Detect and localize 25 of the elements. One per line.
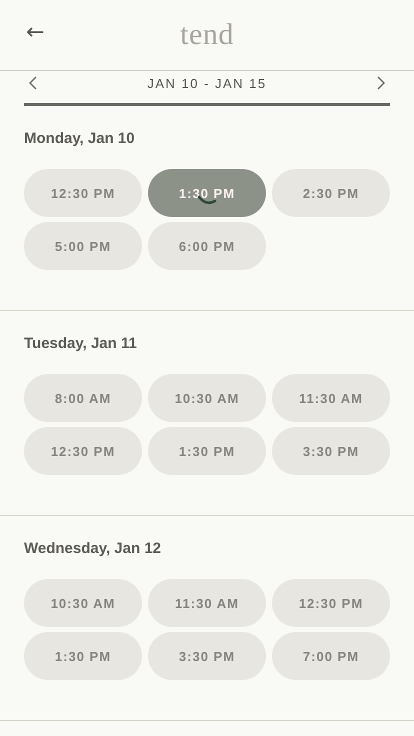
day-title: Wednesday, Jan 12 — [24, 540, 162, 557]
time-slot-button[interactable]: 10:30 AM — [24, 579, 142, 627]
time-slot-button[interactable]: 3:30 PM — [148, 632, 266, 680]
time-slot-button[interactable]: 1:30 PM — [24, 632, 142, 680]
time-slot-button[interactable]: 12:30 PM — [24, 169, 142, 217]
time-slot-button[interactable]: 11:30 AM — [272, 374, 390, 422]
time-slot-button[interactable]: 11:30 AM — [148, 579, 266, 627]
time-slot-button[interactable]: 10:30 AM — [148, 374, 266, 422]
back-button[interactable]: ← — [26, 22, 44, 44]
time-slot-button[interactable]: 12:30 PM — [24, 427, 142, 475]
logo: tend — [180, 18, 234, 52]
time-slot-button[interactable]: 12:30 PM — [272, 579, 390, 627]
time-slot-button[interactable]: 8:00 AM — [24, 374, 142, 422]
time-slot-button[interactable]: 1:30 PM — [148, 427, 266, 475]
time-slot-button[interactable]: 6:00 PM — [148, 222, 266, 270]
time-slot-button[interactable]: 1:30 PM — [148, 169, 266, 217]
chevron-right-icon[interactable] — [376, 76, 386, 90]
week-label: JAN 10 - JAN 15 — [147, 76, 267, 90]
time-slot-button[interactable]: 7:00 PM — [272, 632, 390, 680]
time-slot-button[interactable]: 5:00 PM — [24, 222, 142, 270]
time-slot-button[interactable]: 2:30 PM — [272, 169, 390, 217]
chevron-left-icon[interactable] — [28, 76, 38, 90]
time-slot-button[interactable]: 3:30 PM — [272, 427, 390, 475]
day-title: Tuesday, Jan 11 — [24, 335, 138, 352]
day-title: Monday, Jan 10 — [24, 130, 136, 147]
